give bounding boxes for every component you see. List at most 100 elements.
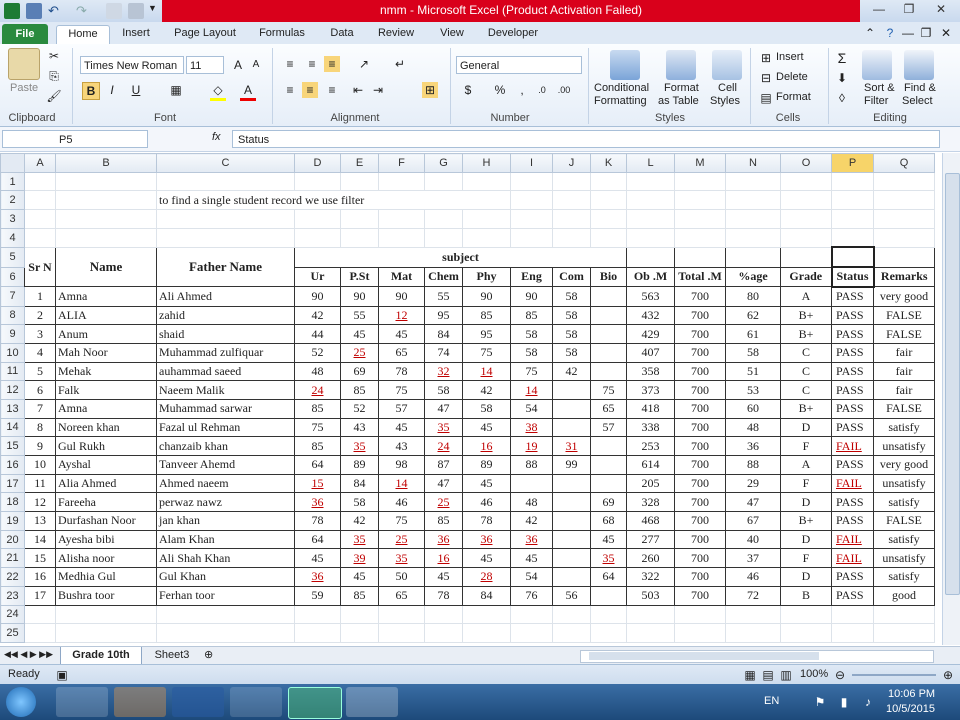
- status-cell[interactable]: PASS: [831, 305, 874, 326]
- total-marks-cell[interactable]: 700: [674, 567, 726, 587]
- subject-mark-cell[interactable]: 12: [378, 305, 425, 326]
- cell[interactable]: [626, 227, 675, 248]
- total-marks-cell[interactable]: 700: [674, 585, 726, 606]
- column-header[interactable]: M: [674, 153, 726, 173]
- subject-mark-cell[interactable]: 14: [510, 380, 553, 400]
- column-header[interactable]: K: [590, 153, 627, 173]
- cell[interactable]: [510, 227, 553, 248]
- subject-mark-cell[interactable]: 55: [340, 305, 379, 326]
- cell[interactable]: [340, 209, 379, 229]
- obtained-marks-cell[interactable]: 253: [626, 436, 675, 456]
- sr-cell[interactable]: 17: [24, 585, 56, 606]
- subject-mark-cell[interactable]: 25: [340, 342, 379, 363]
- student-name-cell[interactable]: Ayshal: [55, 455, 157, 475]
- subject-mark-cell[interactable]: 88: [510, 455, 553, 475]
- subject-mark-cell[interactable]: 85: [340, 585, 379, 606]
- father-name-cell[interactable]: Naeem Malik: [156, 380, 295, 400]
- cell[interactable]: [55, 190, 157, 211]
- align-bottom-icon[interactable]: ≡: [324, 56, 340, 72]
- cell[interactable]: [626, 604, 675, 625]
- header-percentage[interactable]: %age: [725, 266, 781, 288]
- cell[interactable]: [873, 227, 935, 248]
- cell[interactable]: [626, 623, 675, 643]
- header-subject-col[interactable]: Chem: [424, 266, 463, 288]
- sheet-tab-sheet3[interactable]: Sheet3: [146, 647, 198, 664]
- tab-page-layout[interactable]: Page Layout: [168, 25, 242, 43]
- cell[interactable]: [462, 604, 511, 625]
- redo-icon[interactable]: ↷: [76, 3, 92, 19]
- subject-mark-cell[interactable]: 87: [424, 455, 463, 475]
- zoom-slider[interactable]: [852, 674, 936, 676]
- row-header[interactable]: 7: [0, 286, 25, 307]
- subject-mark-cell[interactable]: 36: [510, 529, 553, 550]
- header-father-name[interactable]: Father Name: [156, 246, 295, 288]
- subject-mark-cell[interactable]: 45: [340, 324, 379, 344]
- cell[interactable]: [626, 190, 675, 211]
- subject-mark-cell[interactable]: 58: [552, 342, 591, 363]
- cell[interactable]: [294, 604, 341, 625]
- subject-mark-cell[interactable]: 45: [378, 417, 425, 438]
- subject-mark-cell[interactable]: 47: [424, 473, 463, 494]
- cell[interactable]: [873, 623, 935, 643]
- sheet-tab-grade-10th[interactable]: Grade 10th: [60, 647, 142, 665]
- select-all-corner[interactable]: [0, 153, 25, 173]
- cell[interactable]: [780, 190, 832, 211]
- cell[interactable]: [24, 209, 56, 229]
- minimize-button[interactable]: —: [866, 2, 892, 19]
- subject-mark-cell[interactable]: 90: [462, 286, 511, 307]
- cell[interactable]: [780, 227, 832, 248]
- cell[interactable]: [831, 190, 874, 211]
- header-name[interactable]: Name: [55, 246, 157, 288]
- header-total-marks[interactable]: Total .M: [674, 266, 726, 288]
- undo-icon[interactable]: ↶: [48, 3, 64, 19]
- student-name-cell[interactable]: Amna: [55, 286, 157, 307]
- cell[interactable]: [156, 227, 295, 248]
- grade-cell[interactable]: A: [780, 286, 832, 307]
- header-blank[interactable]: [830, 246, 875, 269]
- status-cell[interactable]: PASS: [831, 417, 874, 438]
- subject-mark-cell[interactable]: 59: [294, 585, 341, 606]
- subject-mark-cell[interactable]: 69: [340, 361, 379, 382]
- cell[interactable]: [424, 623, 463, 643]
- cell[interactable]: [725, 623, 781, 643]
- grade-cell[interactable]: D: [780, 492, 832, 513]
- comma-style-icon[interactable]: ,: [514, 82, 530, 98]
- subject-mark-cell[interactable]: 89: [462, 455, 511, 475]
- subject-mark-cell[interactable]: 14: [378, 473, 425, 494]
- cell[interactable]: [55, 227, 157, 248]
- cell[interactable]: [590, 171, 627, 192]
- subject-mark-cell[interactable]: 89: [340, 455, 379, 475]
- subject-mark-cell[interactable]: 69: [590, 492, 627, 513]
- grade-cell[interactable]: B: [780, 585, 832, 606]
- close-button[interactable]: ✕: [928, 2, 954, 19]
- subject-mark-cell[interactable]: 90: [510, 286, 553, 307]
- page-break-view-icon[interactable]: ▥: [778, 667, 794, 683]
- tray-icons[interactable]: ⚑: [812, 694, 828, 710]
- header-blank[interactable]: [873, 246, 935, 268]
- row-header[interactable]: 4: [0, 227, 25, 248]
- cell[interactable]: [552, 227, 591, 248]
- cell[interactable]: [780, 604, 832, 625]
- find-select-icon[interactable]: [904, 50, 934, 80]
- subject-mark-cell[interactable]: 48: [510, 492, 553, 513]
- align-top-icon[interactable]: ≡: [282, 56, 298, 72]
- obtained-marks-cell[interactable]: 468: [626, 511, 675, 531]
- subject-mark-cell[interactable]: 75: [378, 380, 425, 400]
- subject-mark-cell[interactable]: 90: [340, 286, 379, 307]
- subject-mark-cell[interactable]: 78: [424, 585, 463, 606]
- remarks-cell[interactable]: FALSE: [873, 398, 935, 419]
- student-name-cell[interactable]: ALIA: [55, 305, 157, 326]
- subject-mark-cell[interactable]: 78: [378, 361, 425, 382]
- sr-cell[interactable]: 12: [24, 492, 56, 513]
- subject-mark-cell[interactable]: 54: [510, 398, 553, 419]
- row-header[interactable]: 6: [0, 266, 25, 288]
- font-color-icon[interactable]: A: [240, 82, 256, 101]
- status-cell[interactable]: PASS: [831, 361, 874, 382]
- subject-mark-cell[interactable]: [590, 455, 627, 475]
- row-header[interactable]: 10: [0, 342, 25, 363]
- subject-mark-cell[interactable]: [590, 473, 627, 494]
- cell[interactable]: [378, 623, 425, 643]
- volume-icon[interactable]: ♪: [860, 694, 876, 710]
- total-marks-cell[interactable]: 700: [674, 305, 726, 326]
- subject-mark-cell[interactable]: 58: [552, 305, 591, 326]
